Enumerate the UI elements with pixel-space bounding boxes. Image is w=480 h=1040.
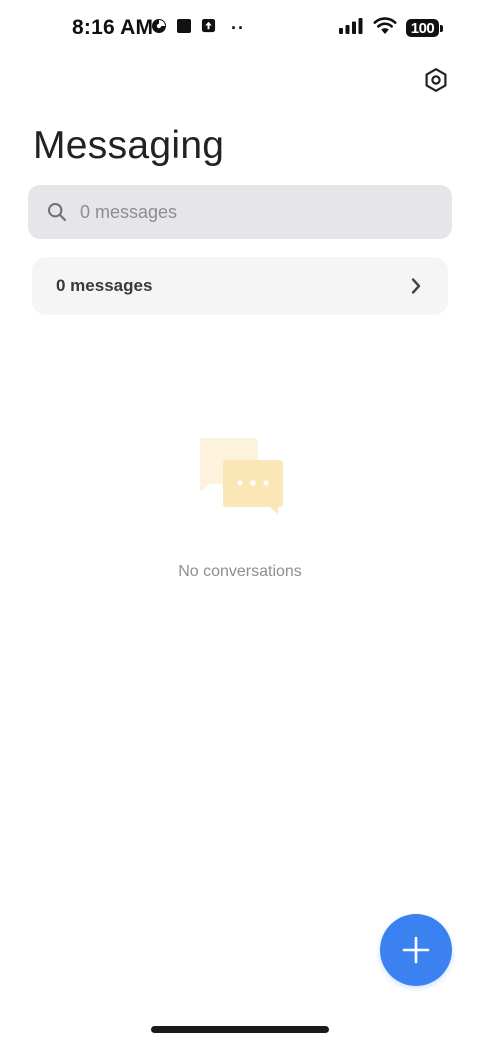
home-indicator[interactable] — [151, 1026, 329, 1033]
settings-button[interactable] — [420, 64, 452, 96]
search-icon — [46, 201, 68, 223]
page-title: Messaging — [33, 124, 225, 167]
search-bar[interactable] — [28, 185, 452, 239]
battery-tip — [440, 24, 443, 32]
plus-icon — [402, 936, 430, 964]
signal-bars-icon — [338, 17, 364, 40]
upload-box-icon — [201, 18, 216, 38]
stop-square-icon — [176, 18, 192, 39]
status-bar: 8:16 AM ·· 100 — [0, 0, 480, 56]
more-notifications-dots: ·· — [231, 18, 245, 38]
chevron-right-icon — [408, 277, 424, 295]
chat-bubbles-icon — [196, 436, 286, 516]
battery-icon: 100 — [406, 18, 444, 38]
gear-icon — [425, 68, 447, 92]
empty-state-text: No conversations — [178, 563, 302, 580]
new-conversation-button[interactable] — [380, 914, 452, 986]
wifi-icon — [373, 16, 397, 40]
status-right-icons: 100 — [338, 16, 444, 40]
messages-row-label: 0 messages — [56, 276, 153, 295]
status-time: 8:16 AM — [72, 16, 154, 39]
search-input[interactable] — [80, 201, 410, 223]
messages-row[interactable]: 0 messages — [32, 257, 448, 315]
status-left-icons: ·· — [151, 18, 245, 38]
media-player-icon — [151, 18, 167, 39]
battery-level: 100 — [406, 19, 439, 37]
